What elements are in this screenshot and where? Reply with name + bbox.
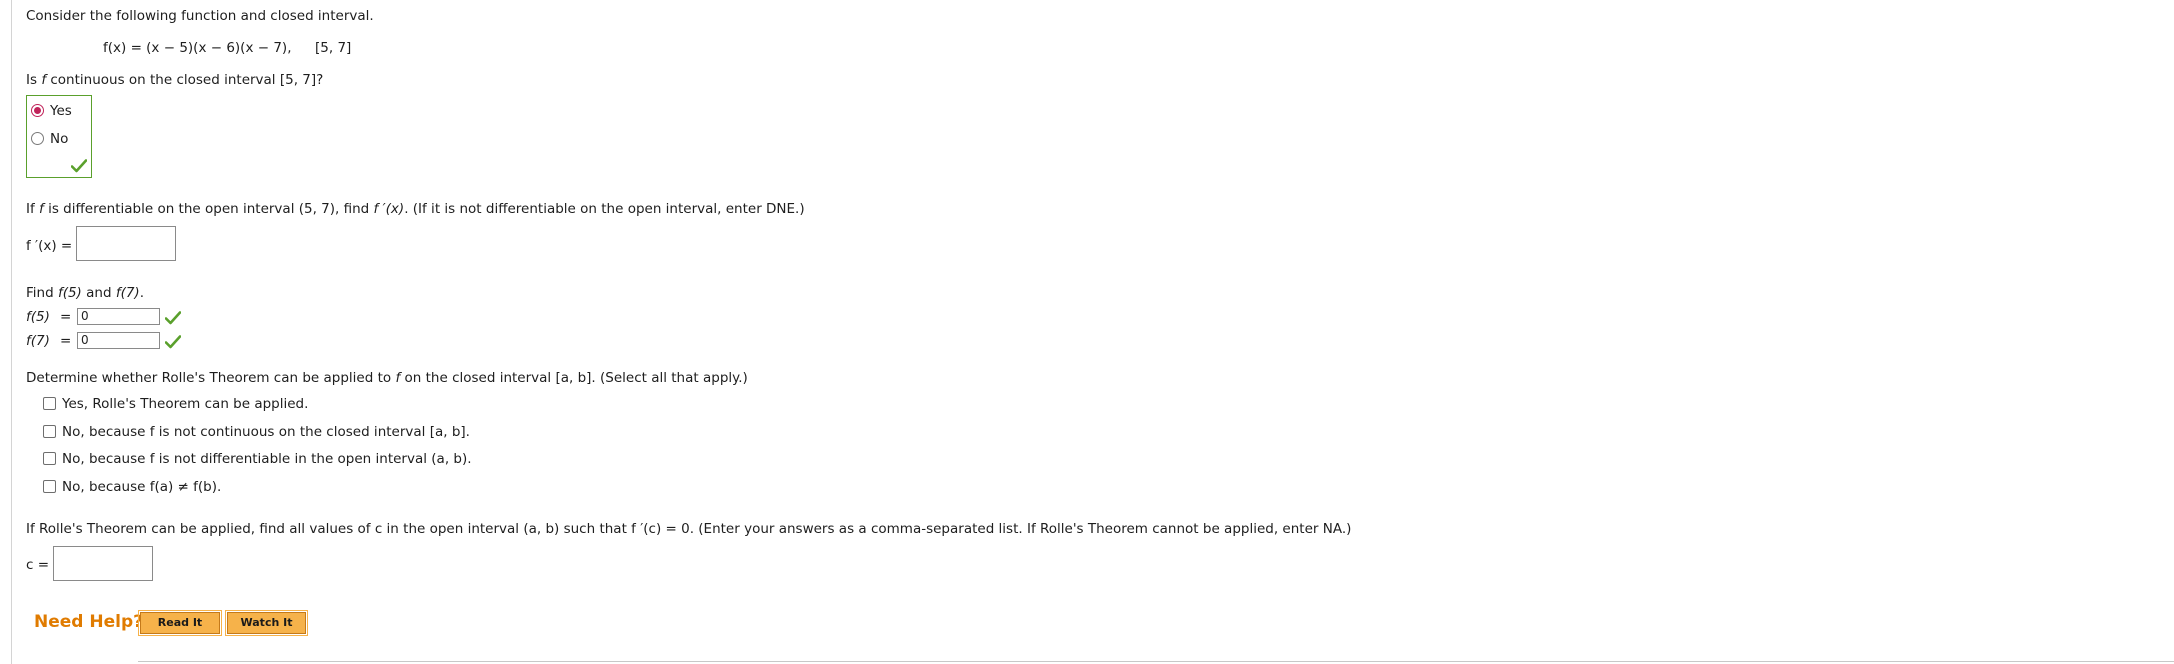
- radio-no[interactable]: [31, 132, 44, 145]
- radio-no-label: No: [50, 131, 69, 147]
- derivative-question: If f is differentiable on the open inter…: [26, 201, 805, 217]
- c-input[interactable]: [53, 546, 153, 581]
- rolle-option-yes-label: Yes, Rolle's Theorem can be applied.: [62, 396, 309, 412]
- intro-text: Consider the following function and clos…: [26, 8, 374, 24]
- watch-it-button[interactable]: Watch It: [225, 610, 308, 636]
- f5-input[interactable]: 0: [77, 308, 160, 325]
- f7-equals: =: [60, 333, 72, 349]
- rolle-option-not-differentiable-label: No, because f is not differentiable in t…: [62, 451, 472, 467]
- continuity-question: Is f continuous on the closed interval […: [26, 72, 324, 88]
- need-help-heading: Need Help?: [34, 612, 143, 632]
- correct-check-icon: [71, 159, 87, 173]
- rolle-option-fa-neq-fb-checkbox[interactable]: [43, 480, 56, 493]
- f7-label: f(7): [26, 333, 50, 349]
- rolle-option-yes-checkbox[interactable]: [43, 397, 56, 410]
- f7-input[interactable]: 0: [77, 332, 160, 349]
- rolle-option-not-continuous-checkbox[interactable]: [43, 425, 56, 438]
- values-question: Find f(5) and f(7).: [26, 285, 145, 301]
- derivative-input[interactable]: [76, 226, 176, 261]
- rolle-option-not-differentiable-checkbox[interactable]: [43, 452, 56, 465]
- rolle-option-not-continuous-label: No, because f is not continuous on the c…: [62, 424, 470, 440]
- f5-label: f(5): [26, 309, 50, 325]
- rolle-question: Determine whether Rolle's Theorem can be…: [26, 370, 748, 386]
- f7-correct-check-icon: [165, 335, 181, 349]
- left-border: [11, 0, 12, 664]
- function-expression: f(x) = (x − 5)(x − 6)(x − 7),: [103, 40, 292, 56]
- bottom-divider: [138, 661, 2174, 662]
- closed-interval: [5, 7]: [315, 40, 352, 56]
- c-label: c =: [26, 557, 50, 573]
- read-it-button[interactable]: Read It: [138, 610, 222, 636]
- derivative-label: f ′(x) =: [26, 238, 73, 254]
- radio-yes-label: Yes: [50, 103, 72, 119]
- c-question: If Rolle's Theorem can be applied, find …: [26, 521, 1352, 537]
- f5-equals: =: [60, 309, 72, 325]
- f5-correct-check-icon: [165, 311, 181, 325]
- rolle-option-fa-neq-fb-label: No, because f(a) ≠ f(b).: [62, 479, 222, 495]
- radio-yes[interactable]: [31, 104, 44, 117]
